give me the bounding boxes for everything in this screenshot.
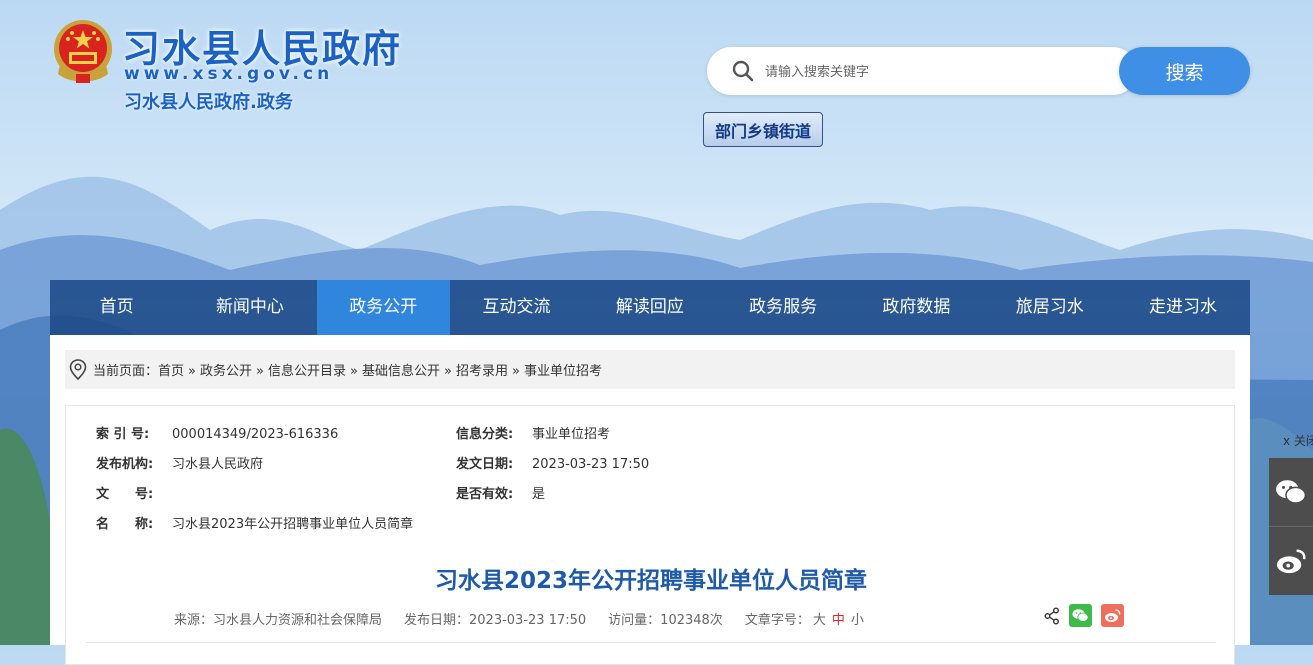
nav-item-3[interactable]: 政务公开 bbox=[316, 280, 450, 335]
article-info: 来源：习水县人力资源和社会保障局 发布日期：2023-03-23 17:50 访问量… bbox=[174, 609, 867, 628]
article-visits: 访问量：102348次 bbox=[608, 613, 723, 628]
weibo-icon bbox=[1277, 549, 1306, 574]
nav-item-2[interactable]: 新闻中心 bbox=[183, 280, 316, 335]
nav-item-1[interactable]: 首页 bbox=[50, 280, 183, 335]
meta-date: 发文日期: 2023-03-23 17:50 bbox=[456, 453, 649, 472]
site-url: www.xsx.gov.cn bbox=[124, 64, 334, 84]
dept-town-button[interactable]: 部门乡镇街道 bbox=[703, 112, 823, 147]
meta-category-label: 信息分类: bbox=[456, 427, 514, 442]
breadcrumb-items: 首页» 政务公开» 信息公开目录» 基础信息公开» 招考录用» 事业单位招考 bbox=[158, 360, 602, 379]
wechat-share-button[interactable] bbox=[1069, 604, 1092, 627]
content-area: 当前页面： 首页» 政务公开» 信息公开目录» 基础信息公开» 招考录用» 事业单位招考 … bbox=[50, 335, 1250, 665]
font-size-medium-button[interactable]: 中 bbox=[832, 613, 845, 628]
weibo-share-button[interactable] bbox=[1101, 604, 1124, 627]
font-size-label: 文章字号： bbox=[744, 613, 810, 628]
meta-docno: 文 号: bbox=[96, 483, 172, 502]
wechat-icon bbox=[1072, 609, 1089, 622]
divider bbox=[86, 642, 1216, 643]
main-nav: 首页 新闻中心 政务公开 互动交流 解读回应 政务服务 政府数据 旅居习水 走进习水 bbox=[50, 280, 1250, 335]
meta-org-value: 习水县人民政府 bbox=[172, 457, 264, 472]
nav-item-9[interactable]: 走进习水 bbox=[1116, 280, 1249, 335]
meta-name-label: 名 称: bbox=[96, 517, 154, 532]
search-input[interactable] bbox=[763, 57, 1107, 87]
search-box bbox=[707, 47, 1137, 95]
nav-item-6[interactable]: 政务服务 bbox=[716, 280, 849, 335]
meta-docno-label: 文 号: bbox=[96, 487, 154, 502]
float-wechat-button[interactable] bbox=[1269, 458, 1313, 527]
wechat-icon bbox=[1276, 480, 1307, 504]
breadcrumb-separator: » bbox=[256, 364, 264, 379]
breadcrumb-item-5[interactable]: 招考录用 bbox=[456, 364, 508, 379]
breadcrumb-item-6[interactable]: 事业单位招考 bbox=[524, 364, 602, 379]
meta-org-label: 发布机构: bbox=[96, 457, 154, 472]
breadcrumb-separator: » bbox=[443, 364, 452, 379]
breadcrumb-prefix: 当前页面： bbox=[93, 364, 159, 379]
nav-item-4[interactable]: 互动交流 bbox=[450, 280, 583, 335]
meta-name: 名 称: 习水县2023年公开招聘事业单位人员简章 bbox=[96, 513, 413, 532]
meta-index-value: 000014349/2023-616336 bbox=[172, 427, 339, 442]
site-subtitle: 习水县人民政府.政务 bbox=[124, 92, 293, 113]
weibo-icon bbox=[1105, 609, 1121, 622]
float-weibo-button[interactable] bbox=[1269, 527, 1313, 595]
breadcrumb-separator: » bbox=[511, 364, 520, 379]
meta-org: 发布机构: 习水县人民政府 bbox=[96, 453, 263, 472]
location-pin-icon bbox=[69, 358, 87, 380]
breadcrumb-separator: » bbox=[350, 364, 358, 379]
meta-name-value: 习水县2023年公开招聘事业单位人员简章 bbox=[172, 517, 414, 532]
breadcrumb-item-3[interactable]: 信息公开目录 bbox=[268, 364, 346, 379]
meta-category-value: 事业单位招考 bbox=[532, 427, 611, 442]
float-share-panel bbox=[1269, 458, 1313, 595]
breadcrumb-separator: » bbox=[188, 364, 196, 379]
site-header: 习水县人民政府 www.xsx.gov.cn 习水县人民政府.政务 搜索 部门乡… bbox=[0, 0, 1313, 280]
meta-date-label: 发文日期: bbox=[456, 457, 514, 472]
search-button[interactable]: 搜索 bbox=[1119, 47, 1250, 95]
article-card: 索 引 号: 000014349/2023-616336 信息分类: 事业单位招考 … bbox=[65, 405, 1235, 665]
nav-item-7[interactable]: 政府数据 bbox=[850, 280, 983, 335]
share-bar bbox=[1044, 604, 1124, 627]
meta-date-value: 2023-03-23 17:50 bbox=[532, 457, 650, 472]
meta-index-label: 索 引 号: bbox=[96, 427, 150, 442]
meta-index: 索 引 号: 000014349/2023-616336 bbox=[96, 423, 338, 442]
nav-item-8[interactable]: 旅居习水 bbox=[983, 280, 1116, 335]
article-source: 来源：习水县人力资源和社会保障局 bbox=[174, 613, 383, 628]
float-close-button[interactable]: x 关闭 bbox=[1283, 432, 1313, 449]
meta-valid: 是否有效: 是 bbox=[456, 483, 545, 502]
share-icon[interactable] bbox=[1044, 607, 1060, 625]
article-publish-date: 发布日期：2023-03-23 17:50 bbox=[404, 613, 587, 628]
font-size-small-button[interactable]: 小 bbox=[851, 613, 864, 628]
meta-category: 信息分类: 事业单位招考 bbox=[456, 423, 610, 442]
meta-valid-label: 是否有效: bbox=[456, 487, 514, 502]
meta-valid-value: 是 bbox=[532, 487, 546, 502]
font-size-large-button[interactable]: 大 bbox=[813, 613, 826, 628]
breadcrumb-item-4[interactable]: 基础信息公开 bbox=[362, 364, 440, 379]
nav-item-5[interactable]: 解读回应 bbox=[583, 280, 716, 335]
search-icon bbox=[732, 60, 754, 82]
article-title: 习水县2023年公开招聘事业单位人员简章 bbox=[434, 568, 867, 594]
breadcrumb-item-2[interactable]: 政务公开 bbox=[200, 364, 252, 379]
breadcrumb-item-1[interactable]: 首页 bbox=[158, 364, 184, 379]
breadcrumb: 当前页面： 首页» 政务公开» 信息公开目录» 基础信息公开» 招考录用» 事业单位招考 bbox=[65, 350, 1235, 389]
national-emblem-icon bbox=[54, 20, 112, 83]
